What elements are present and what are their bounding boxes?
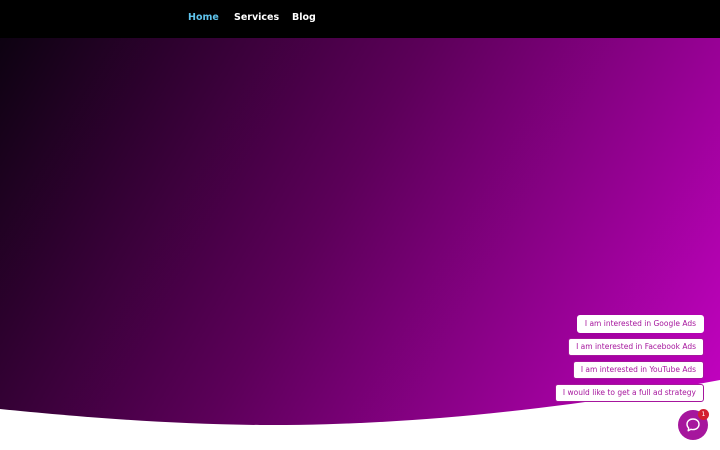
quick-reply-youtube-ads[interactable]: I am interested in YouTube Ads — [572, 361, 704, 379]
chat-notification-badge: 1 — [698, 409, 709, 420]
top-navbar: Home Services Blog — [0, 0, 720, 38]
nav-services-link[interactable]: Services — [234, 12, 279, 23]
quick-reply-facebook-ads[interactable]: I am interested in Facebook Ads — [568, 338, 704, 356]
nav-home-link[interactable]: Home — [188, 12, 219, 23]
chat-bubble-icon — [686, 418, 700, 432]
chat-quick-replies: I am interested in Google Ads I am inter… — [554, 315, 704, 402]
quick-reply-full-ad-strategy[interactable]: I would like to get a full ad strategy — [554, 384, 704, 402]
nav-blog-link[interactable]: Blog — [292, 12, 316, 23]
quick-reply-google-ads[interactable]: I am interested in Google Ads — [576, 315, 704, 333]
chat-launcher-button[interactable]: 1 — [678, 409, 709, 440]
